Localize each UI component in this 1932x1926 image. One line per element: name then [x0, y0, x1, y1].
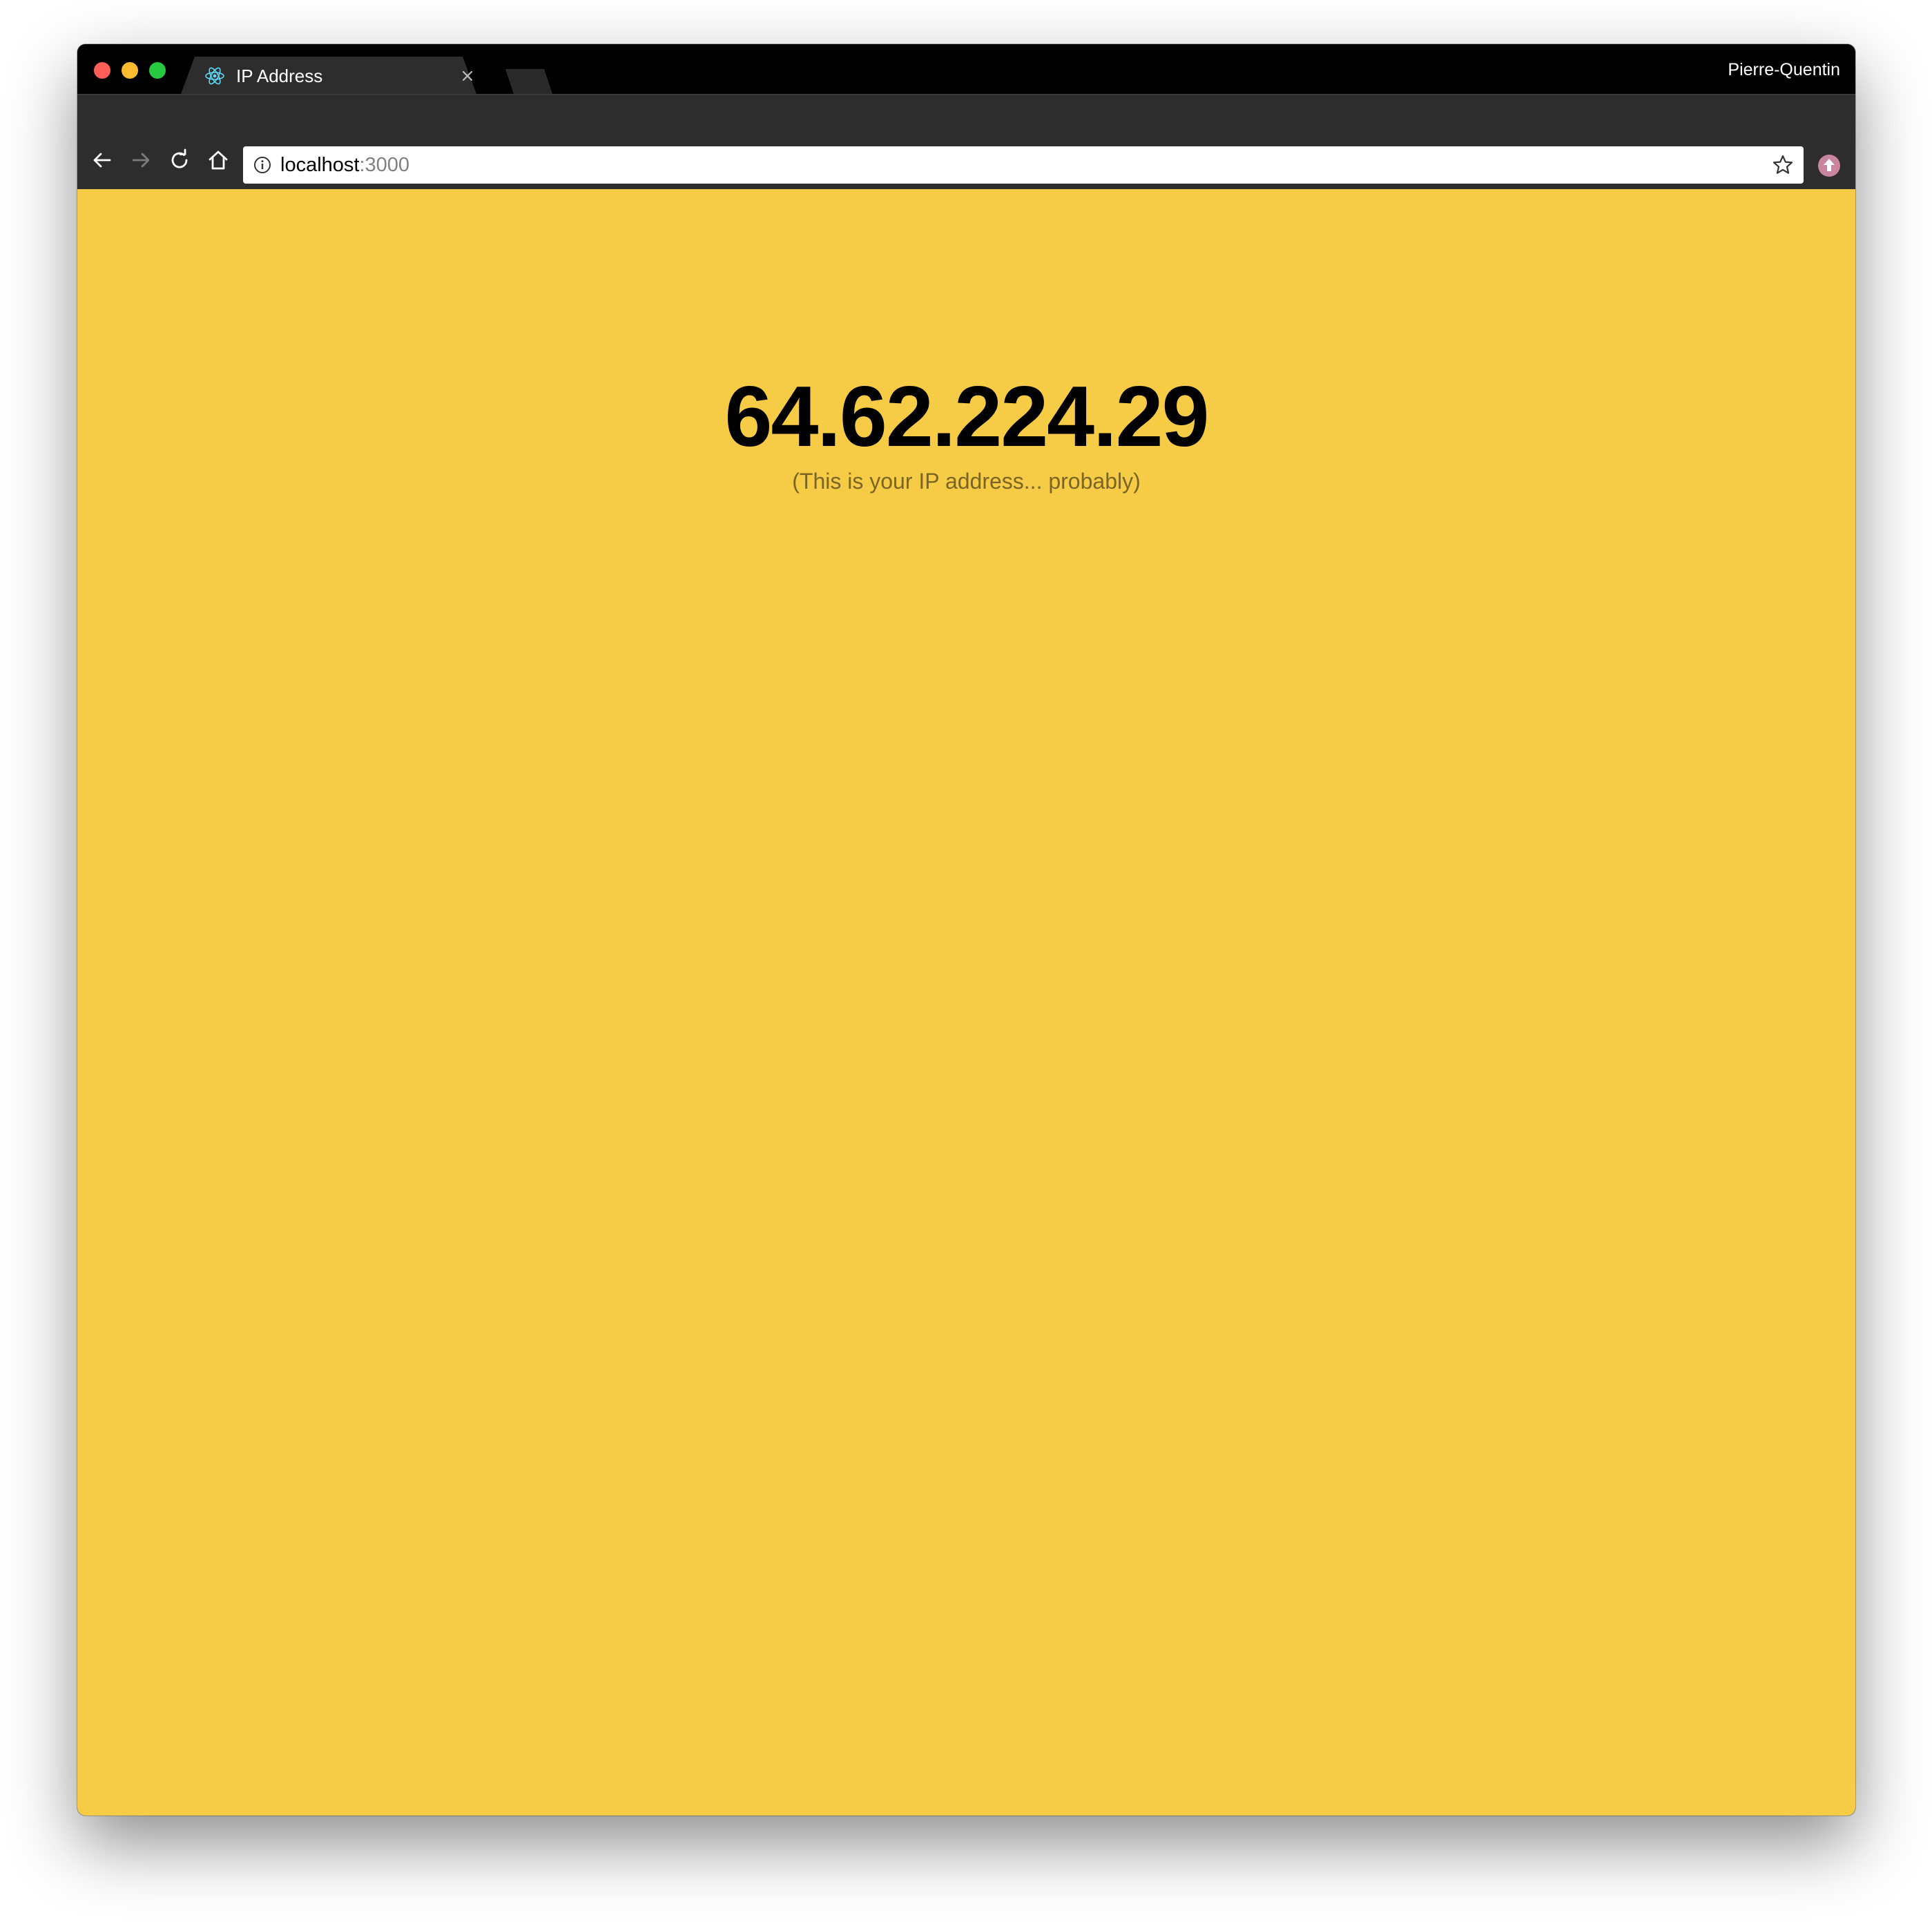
- bookmark-star-icon[interactable]: [1772, 154, 1794, 176]
- profile-name[interactable]: Pierre-Quentin: [1728, 59, 1840, 80]
- reload-icon[interactable]: [166, 146, 193, 174]
- extension-icon[interactable]: [1817, 153, 1842, 178]
- browser-toolbar: localhost:3000: [77, 94, 1855, 191]
- address-bar[interactable]: localhost:3000: [243, 146, 1804, 184]
- maximize-window-button[interactable]: [149, 62, 166, 79]
- tab-title: IP Address: [236, 66, 323, 86]
- url-text: localhost:3000: [280, 153, 409, 177]
- browser-window: IP Address Pierre-Quentin localhost:3000…: [77, 44, 1855, 1816]
- close-icon[interactable]: [457, 66, 478, 86]
- new-tab-button[interactable]: [505, 69, 554, 97]
- ip-subtitle: (This is your IP address... probably): [792, 469, 1141, 494]
- tab-ip-address[interactable]: IP Address: [181, 57, 485, 94]
- info-icon[interactable]: [253, 155, 272, 175]
- close-window-button[interactable]: [94, 62, 110, 79]
- react-icon: [204, 66, 225, 86]
- back-arrow-icon[interactable]: [88, 146, 116, 174]
- home-icon[interactable]: [204, 146, 232, 174]
- url-host: localhost: [280, 154, 360, 176]
- tab-background: [181, 57, 476, 94]
- forward-arrow-icon[interactable]: [127, 146, 155, 174]
- page-content: 64.62.224.29 (This is your IP address...…: [77, 189, 1855, 1816]
- ip-address: 64.62.224.29: [724, 369, 1209, 465]
- tab-strip: IP Address Pierre-Quentin: [77, 44, 1855, 94]
- minimize-window-button[interactable]: [122, 62, 138, 79]
- url-port: :3000: [359, 154, 410, 176]
